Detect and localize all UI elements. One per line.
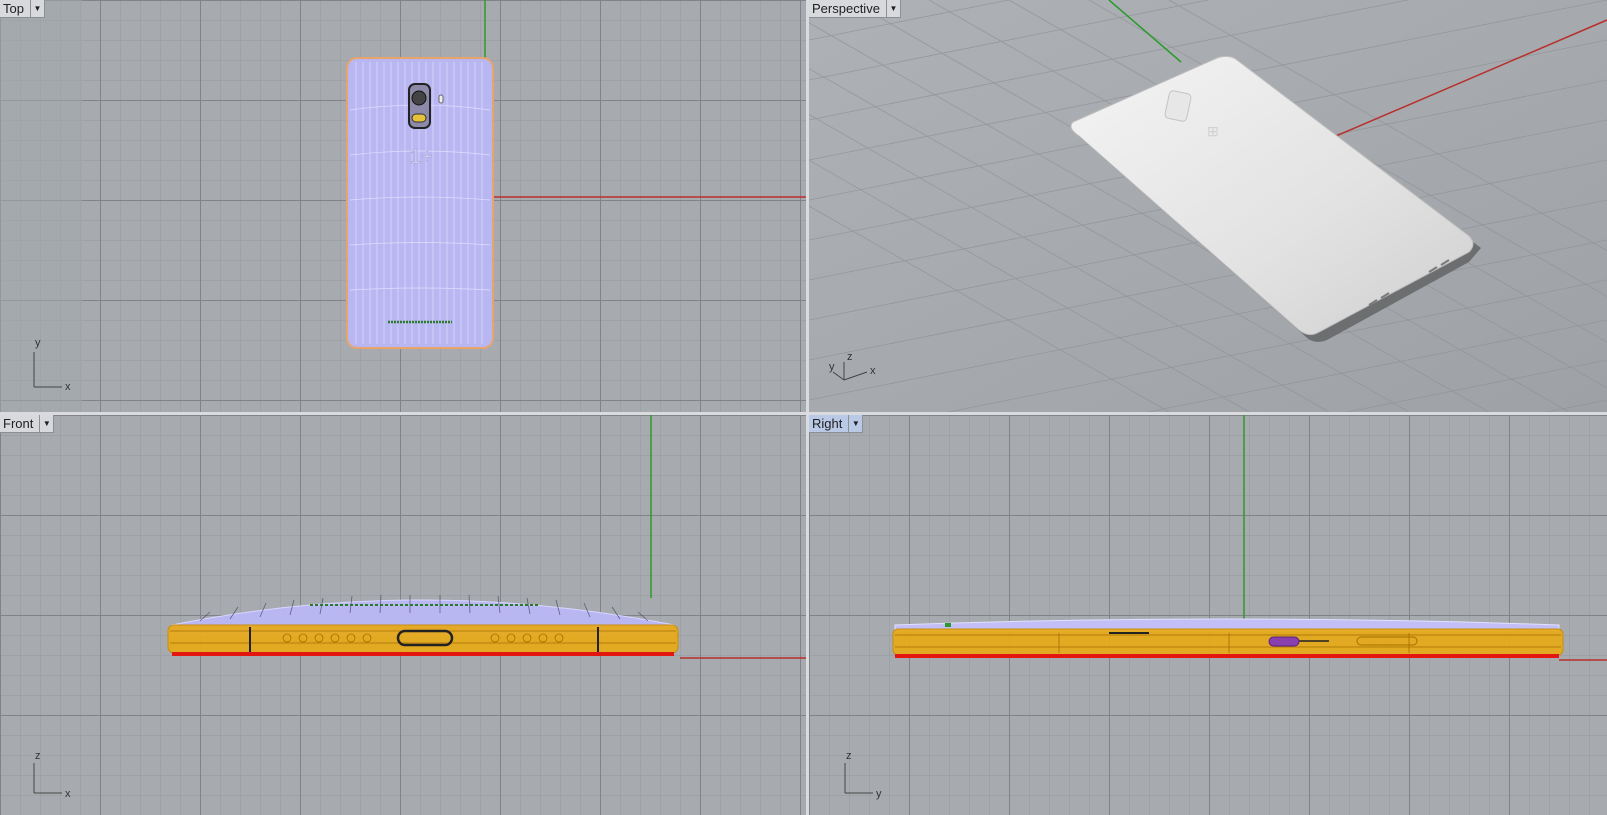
- viewport-name[interactable]: Top: [0, 0, 30, 17]
- viewport-title-front[interactable]: Front ▼: [0, 415, 55, 433]
- phone-top-wireframe: 1+: [346, 57, 494, 349]
- triangle-down-icon[interactable]: ▼: [885, 0, 900, 17]
- brand-logo: 1+: [410, 146, 433, 168]
- axis-label-x: x: [65, 788, 71, 800]
- viewport-name[interactable]: Front: [0, 415, 39, 432]
- horizontal-divider[interactable]: [0, 412, 1607, 415]
- viewport-title-right[interactable]: Right ▼: [809, 415, 864, 433]
- top-view-canvas: 1+: [0, 0, 806, 412]
- axis-label-x: x: [65, 381, 71, 393]
- perspective-view-canvas: ⊞: [809, 0, 1607, 412]
- right-view-canvas: [892, 415, 1607, 661]
- phone-right-wireframe: [892, 618, 1564, 658]
- viewport-top[interactable]: 1+ y x Top ▼: [0, 0, 806, 412]
- front-view-canvas: [167, 415, 806, 659]
- axis-label-y: y: [876, 788, 882, 800]
- triangle-down-icon[interactable]: ▼: [39, 415, 53, 432]
- viewport-name[interactable]: Right: [809, 415, 848, 432]
- axis-label-z: z: [847, 351, 853, 363]
- vertical-divider[interactable]: [806, 0, 809, 815]
- viewport-perspective[interactable]: ⊞ y z x Perspective ▼: [809, 0, 1607, 412]
- axis-label-y: y: [35, 337, 41, 349]
- side-button: [1268, 636, 1300, 647]
- svg-text:⊞: ⊞: [1207, 123, 1219, 139]
- viewport-title-top[interactable]: Top ▼: [0, 0, 45, 18]
- axis-label-z: z: [846, 750, 852, 762]
- viewport-name[interactable]: Perspective: [809, 0, 886, 17]
- phone-front-wireframe: [167, 594, 679, 656]
- viewport-right[interactable]: z y Right ▼: [809, 415, 1607, 815]
- viewport-title-perspective[interactable]: Perspective ▼: [809, 0, 901, 18]
- triangle-down-icon[interactable]: ▼: [29, 0, 44, 17]
- axis-label-z: z: [35, 750, 41, 762]
- axis-label-y: y: [829, 361, 835, 373]
- axis-label-x: x: [870, 365, 876, 377]
- triangle-down-icon[interactable]: ▼: [848, 415, 862, 432]
- viewport-front[interactable]: z x Front ▼: [0, 415, 806, 815]
